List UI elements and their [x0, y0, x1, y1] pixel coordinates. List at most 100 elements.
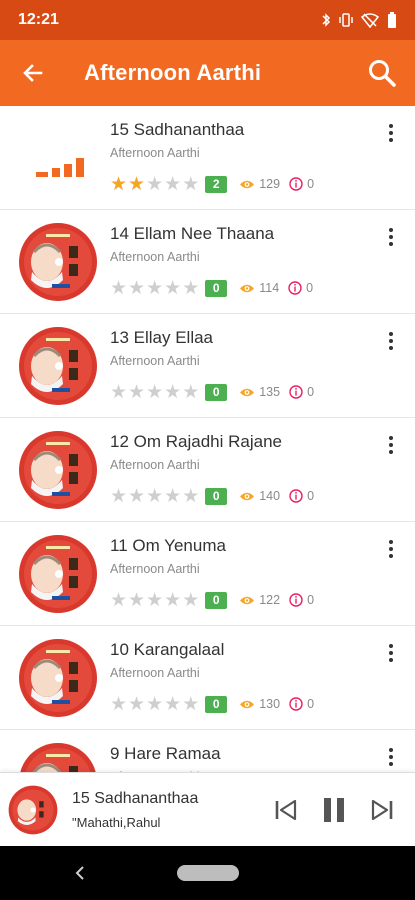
- rating-badge: 2: [205, 175, 228, 193]
- star-icon[interactable]: ★: [128, 175, 145, 194]
- more-vert-icon: [389, 242, 393, 246]
- arrow-back-icon: [23, 64, 43, 82]
- track-album: Afternoon Aarthi: [110, 354, 200, 368]
- more-vert-icon: [389, 346, 393, 350]
- star-icon[interactable]: ★: [128, 487, 145, 506]
- rating-stars[interactable]: ★ ★ ★ ★ ★: [110, 591, 199, 610]
- rating-badge: 0: [205, 695, 228, 713]
- more-options-button[interactable]: [381, 534, 401, 564]
- star-icon[interactable]: ★: [164, 279, 181, 298]
- rating-stars[interactable]: ★ ★ ★ ★ ★: [110, 279, 199, 298]
- star-icon[interactable]: ★: [128, 695, 145, 714]
- track-title: 12 Om Rajadhi Rajane: [110, 432, 282, 451]
- star-icon[interactable]: ★: [146, 279, 163, 298]
- rating-stars[interactable]: ★ ★ ★ ★ ★: [110, 175, 199, 194]
- more-options-button[interactable]: [381, 326, 401, 356]
- list-item[interactable]: 13 Ellay Ellaa Afternoon Aarthi ★ ★ ★ ★ ★ 0 135 0: [0, 314, 415, 418]
- list-item[interactable]: 9 Hare RamaaAfternoon Aarthi: [0, 730, 415, 772]
- list-item[interactable]: 10 Karangalaal Afternoon Aarthi ★ ★ ★ ★ ★ 0 130 0: [0, 626, 415, 730]
- mini-player[interactable]: 15 Sadhananthaa "Mahathi,Rahul: [0, 772, 415, 846]
- player-title: 15 Sadhananthaa: [72, 790, 199, 807]
- battery-icon: [387, 12, 397, 28]
- track-meta: ★ ★ ★ ★ ★ 2 129 0: [110, 174, 314, 194]
- more-options-button[interactable]: [381, 222, 401, 252]
- track-album: Afternoon Aarthi: [110, 458, 200, 472]
- track-list: 15 Sadhananthaa Afternoon Aarthi ★ ★ ★ ★ ★ 2 129…: [0, 106, 415, 772]
- star-icon[interactable]: ★: [182, 695, 199, 714]
- star-icon[interactable]: ★: [128, 279, 145, 298]
- rating-stars[interactable]: ★ ★ ★ ★ ★: [110, 487, 199, 506]
- rating-stars[interactable]: ★ ★ ★ ★ ★: [110, 383, 199, 402]
- track-title: 11 Om Yenuma: [110, 536, 226, 555]
- views: 130: [239, 697, 280, 711]
- more-options-button[interactable]: [381, 638, 401, 668]
- nav-back-button[interactable]: [70, 862, 90, 884]
- star-icon[interactable]: ★: [182, 383, 199, 402]
- pause-button[interactable]: [319, 793, 349, 827]
- track-album: Afternoon Aarthi: [110, 666, 200, 680]
- star-icon[interactable]: ★: [182, 175, 199, 194]
- album-art: [19, 535, 97, 613]
- bluetooth-icon: [321, 12, 331, 28]
- list-item[interactable]: 12 Om Rajadhi Rajane Afternoon Aarthi ★ ★ ★ ★…: [0, 418, 415, 522]
- rating-badge: 0: [205, 383, 228, 401]
- page-title: Afternoon Aarthi: [84, 60, 262, 85]
- star-icon[interactable]: ★: [146, 383, 163, 402]
- star-icon[interactable]: ★: [164, 487, 181, 506]
- star-icon[interactable]: ★: [110, 591, 127, 610]
- chevron-left-icon: [75, 866, 84, 880]
- views: 135: [239, 385, 280, 399]
- previous-button[interactable]: [271, 793, 301, 827]
- nav-home-pill[interactable]: [177, 865, 239, 881]
- more-options-button[interactable]: [381, 742, 401, 772]
- star-icon[interactable]: ★: [182, 487, 199, 506]
- star-icon[interactable]: ★: [164, 591, 181, 610]
- track-meta: ★ ★ ★ ★ ★ 0 140 0: [110, 486, 314, 506]
- views-count: 114: [259, 281, 280, 295]
- track-title: 15 Sadhananthaa: [110, 120, 245, 139]
- list-item[interactable]: 11 Om Yenuma Afternoon Aarthi ★ ★ ★ ★ ★ 0 122 0: [0, 522, 415, 626]
- star-icon[interactable]: ★: [128, 383, 145, 402]
- star-icon[interactable]: ★: [146, 695, 163, 714]
- list-item[interactable]: 15 Sadhananthaa Afternoon Aarthi ★ ★ ★ ★ ★ 2 129…: [0, 106, 415, 210]
- star-icon[interactable]: ★: [182, 591, 199, 610]
- back-button[interactable]: [0, 40, 66, 106]
- track-album: Afternoon Aarthi: [110, 146, 200, 160]
- star-icon[interactable]: ★: [128, 591, 145, 610]
- more-vert-icon: [389, 540, 393, 544]
- app-bar: Afternoon Aarthi: [0, 40, 415, 106]
- star-icon[interactable]: ★: [164, 383, 181, 402]
- star-icon[interactable]: ★: [146, 175, 163, 194]
- more-vert-icon: [389, 339, 393, 343]
- next-button[interactable]: [367, 793, 397, 827]
- more-vert-icon: [389, 658, 393, 662]
- star-icon[interactable]: ★: [110, 695, 127, 714]
- views-count: 135: [259, 385, 281, 399]
- star-icon[interactable]: ★: [110, 279, 127, 298]
- list-item[interactable]: 14 Ellam Nee Thaana Afternoon Aarthi ★ ★ ★ ★ ★…: [0, 210, 415, 314]
- more-vert-icon: [389, 450, 393, 454]
- star-icon[interactable]: ★: [110, 383, 127, 402]
- views: 140: [239, 489, 280, 503]
- star-icon[interactable]: ★: [164, 175, 181, 194]
- star-icon[interactable]: ★: [110, 487, 127, 506]
- star-icon[interactable]: ★: [110, 175, 127, 194]
- info-icon: [289, 697, 303, 711]
- info: 0: [289, 593, 314, 607]
- info-icon: [289, 177, 303, 191]
- search-button[interactable]: [349, 40, 415, 106]
- status-icons: [321, 12, 397, 28]
- rating-stars[interactable]: ★ ★ ★ ★ ★: [110, 695, 199, 714]
- info-count: 0: [306, 281, 314, 295]
- more-options-button[interactable]: [381, 118, 401, 148]
- eye-icon: [240, 492, 255, 500]
- info: 0: [289, 489, 314, 503]
- star-icon[interactable]: ★: [146, 591, 163, 610]
- status-bar: 12:21: [0, 0, 415, 40]
- track-meta: ★ ★ ★ ★ ★ 0 130 0: [110, 694, 314, 714]
- star-icon[interactable]: ★: [164, 695, 181, 714]
- views-count: 130: [259, 697, 281, 711]
- star-icon[interactable]: ★: [182, 279, 199, 298]
- more-options-button[interactable]: [381, 430, 401, 460]
- star-icon[interactable]: ★: [146, 487, 163, 506]
